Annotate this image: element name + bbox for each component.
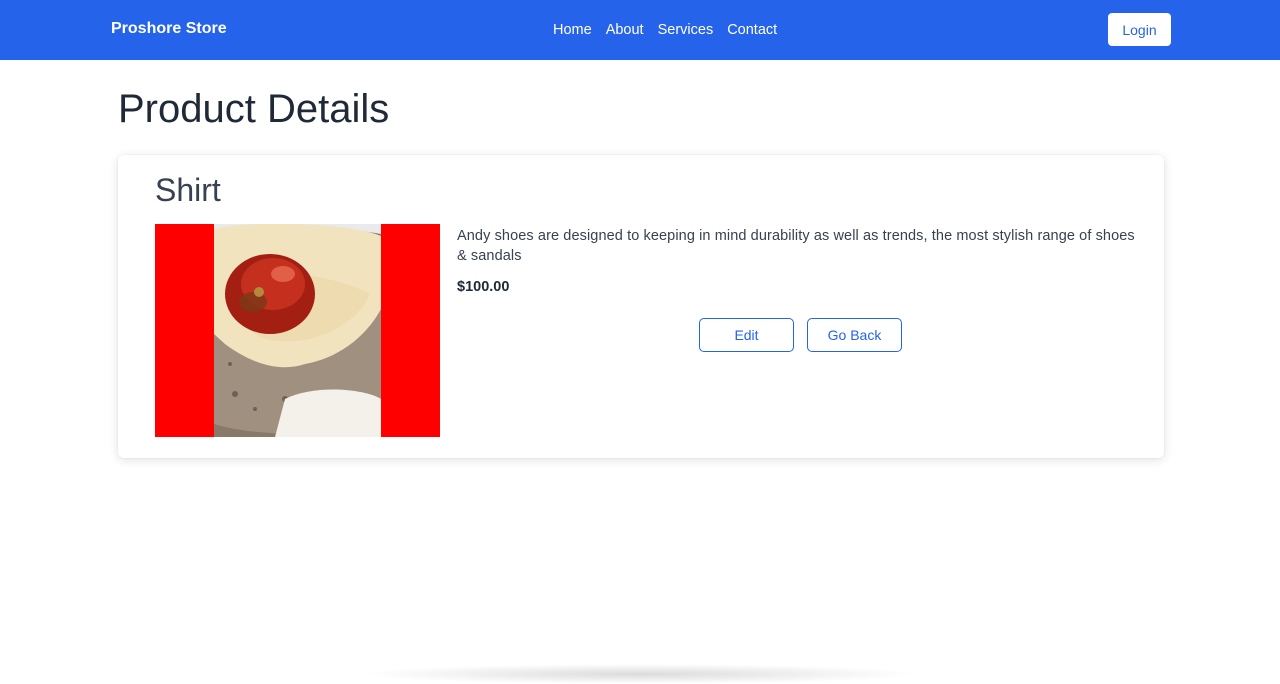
bottom-shadow bbox=[360, 664, 920, 684]
nav-links: Home About Services Contact bbox=[553, 20, 777, 40]
go-back-button[interactable]: Go Back bbox=[807, 318, 902, 352]
brand-link[interactable]: Proshore Store bbox=[111, 19, 227, 39]
product-card: Shirt Andy shoes are designed to keeping… bbox=[118, 155, 1164, 458]
product-price: $100.00 bbox=[457, 279, 510, 295]
nav-link-about[interactable]: About bbox=[606, 20, 644, 40]
product-image bbox=[155, 224, 440, 437]
top-navbar: Proshore Store Home About Services Conta… bbox=[0, 0, 1280, 60]
product-name: Shirt bbox=[155, 172, 221, 208]
login-button[interactable]: Login bbox=[1108, 13, 1171, 46]
nav-link-home[interactable]: Home bbox=[553, 20, 592, 40]
nav-link-services[interactable]: Services bbox=[658, 20, 714, 40]
product-description: Andy shoes are designed to keeping in mi… bbox=[457, 228, 1135, 264]
nav-link-contact[interactable]: Contact bbox=[727, 20, 777, 40]
page-title: Product Details bbox=[118, 87, 390, 131]
edit-button[interactable]: Edit bbox=[699, 318, 794, 352]
